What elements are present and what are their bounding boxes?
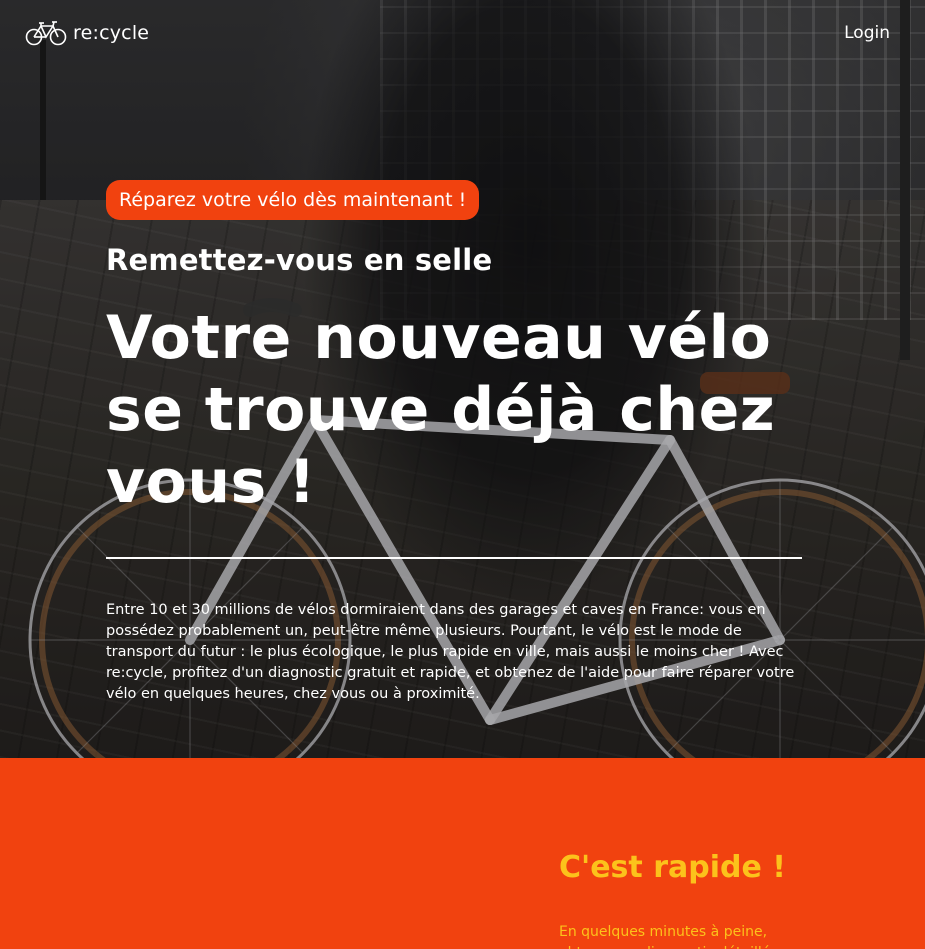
login-link[interactable]: Login	[844, 23, 890, 43]
feature-title: C'est rapide !	[559, 850, 786, 885]
hero-headline: Votre nouveau vélo se trouve déjà chez v…	[106, 303, 776, 517]
logo-text: re:cycle	[73, 22, 150, 44]
hero-divider	[106, 557, 802, 559]
hero-intro-paragraph: Entre 10 et 30 millions de vélos dormira…	[106, 602, 795, 702]
feature-text: En quelques minutes à peine, obtenez un …	[559, 924, 770, 949]
feature-section: C'est rapide ! En quelques minutes à pei…	[0, 758, 925, 949]
site-logo[interactable]: re:cycle	[25, 20, 149, 46]
repair-cta-button[interactable]: Réparez votre vélo dès maintenant !	[106, 180, 480, 220]
hero-subtitle: Remettez-vous en selle	[106, 243, 493, 277]
bicycle-icon	[25, 20, 67, 46]
